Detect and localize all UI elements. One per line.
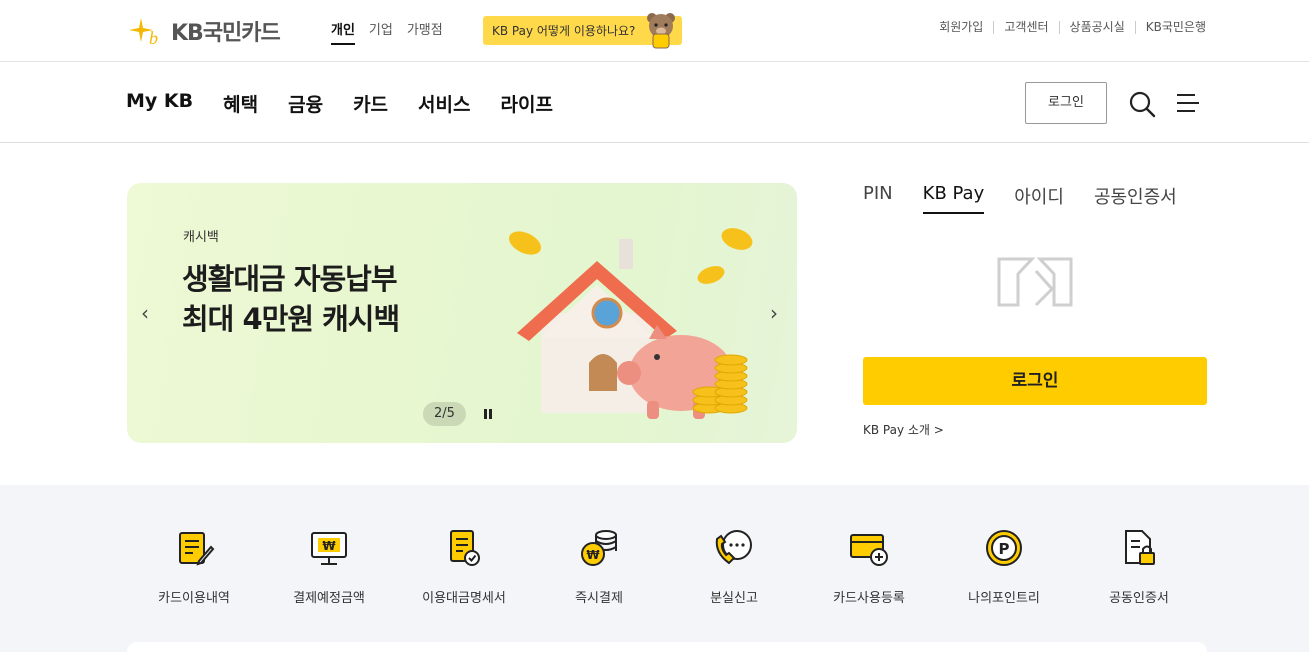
pay-banner-label: KB Pay 어떻게 이용하나요? <box>492 24 636 38</box>
brand-name: KB국민카드 <box>171 21 281 46</box>
quick-card-usage[interactable]: 카드이용내역 <box>134 527 254 606</box>
top-bar: b KB국민카드 개인 기업 가맹점 KB Pay 어떻게 이용하나요? 회원가… <box>0 0 1309 62</box>
search-icon[interactable] <box>1128 90 1156 118</box>
menu-my-kb[interactable]: My KB <box>126 90 193 117</box>
quick-my-pointree[interactable]: P 나의포인트리 <box>944 527 1064 606</box>
quick-payment-due[interactable]: ₩ 결제예정금액 <box>269 527 389 606</box>
point-coin-icon: P <box>986 530 1022 566</box>
svg-text:₩: ₩ <box>586 548 600 562</box>
svg-text:₩: ₩ <box>322 539 336 553</box>
tab-certificate[interactable]: 공동인증서 <box>1094 183 1177 214</box>
quick-card-register[interactable]: 카드사용등록 <box>809 527 929 606</box>
link-kb-bank[interactable]: KB국민은행 <box>1134 21 1206 34</box>
quick-certificate[interactable]: 공동인증서 <box>1079 527 1199 606</box>
card-plus-icon <box>850 534 888 566</box>
menu-benefits[interactable]: 혜택 <box>223 90 258 117</box>
hamburger-icon[interactable] <box>1175 92 1201 114</box>
tab-kb-pay[interactable]: KB Pay <box>922 183 985 214</box>
svg-text:b: b <box>149 28 158 48</box>
quick-lost-report[interactable]: 분실신고 <box>674 527 794 606</box>
kb-pay-login-button[interactable]: 로그인 <box>863 357 1207 405</box>
header-login-button[interactable]: 로그인 <box>1025 82 1107 124</box>
utility-links: 회원가입 고객센터 상품공시실 KB국민은행 <box>929 21 1206 34</box>
kb-logo[interactable]: b KB국민카드 <box>127 14 281 48</box>
tab-merchant[interactable]: 가맹점 <box>407 19 443 45</box>
quick-label: 나의포인트리 <box>968 591 1040 606</box>
quick-label: 카드이용내역 <box>158 591 230 606</box>
link-product-disclosure[interactable]: 상품공시실 <box>1058 21 1135 34</box>
login-method-tabs: PIN KB Pay 아이디 공동인증서 <box>863 183 1207 214</box>
quick-menu: 카드이용내역 ₩ 결제예정금액 이용대금명세서 ₩ 즉시결제 분실신고 카드사용… <box>0 485 1309 672</box>
kb-pay-intro-link[interactable]: KB Pay 소개 > <box>863 421 944 438</box>
house-piggybank-illustration <box>509 228 753 419</box>
hero-title-line-1: 생활대금 자동납부 <box>182 262 398 296</box>
quick-label: 결제예정금액 <box>293 591 365 606</box>
quick-label: 분실신고 <box>710 591 758 606</box>
segment-tabs: 개인 기업 가맹점 <box>331 19 443 45</box>
svg-text:P: P <box>999 540 1010 558</box>
quick-label: 공동인증서 <box>1109 591 1169 606</box>
link-customer-center[interactable]: 고객센터 <box>993 21 1058 34</box>
phone-call-icon <box>715 530 752 565</box>
bottom-content-card <box>127 642 1207 672</box>
pause-icon[interactable] <box>482 407 494 421</box>
global-nav: My KB 혜택 금융 카드 서비스 라이프 로그인 <box>0 62 1309 143</box>
statement-check-icon <box>450 530 480 566</box>
monitor-won-icon: ₩ <box>311 532 347 565</box>
hero-next-button[interactable]: › <box>770 301 778 325</box>
tab-business[interactable]: 기업 <box>369 19 393 45</box>
bear-mascot-icon <box>647 13 675 49</box>
hero-banner[interactable]: 캐시백 생활대금 자동납부 최대 4만원 캐시백 ‹ › 2/5 <box>127 183 797 443</box>
document-pen-icon <box>179 532 215 566</box>
tab-pin[interactable]: PIN <box>863 183 893 214</box>
hero-category: 캐시백 <box>183 230 219 245</box>
tab-personal[interactable]: 개인 <box>331 19 355 45</box>
coin-stack-icon: ₩ <box>581 530 617 566</box>
certificate-lock-icon <box>1125 530 1155 565</box>
quick-label: 카드사용등록 <box>833 591 905 606</box>
hero-prev-button[interactable]: ‹ <box>141 301 149 325</box>
quick-statement[interactable]: 이용대금명세서 <box>404 527 524 606</box>
menu-life[interactable]: 라이프 <box>500 90 552 117</box>
tab-id[interactable]: 아이디 <box>1014 183 1064 214</box>
quick-label: 이용대금명세서 <box>422 591 506 606</box>
kb-star-logo-icon: b <box>129 18 158 48</box>
kb-pay-qr-icon <box>997 257 1073 307</box>
hero-title-line-2: 최대 4만원 캐시백 <box>182 302 400 336</box>
hero-title: 생활대금 자동납부 최대 4만원 캐시백 <box>182 259 400 339</box>
menu-service[interactable]: 서비스 <box>418 90 470 117</box>
hero-slide-counter: 2/5 <box>423 402 466 426</box>
link-signup[interactable]: 회원가입 <box>929 21 993 34</box>
quick-instant-pay[interactable]: ₩ 즉시결제 <box>539 527 659 606</box>
menu-finance[interactable]: 금융 <box>288 90 323 117</box>
menu-card[interactable]: 카드 <box>353 90 388 117</box>
quick-label: 즉시결제 <box>575 591 623 606</box>
main-menu: My KB 혜택 금융 카드 서비스 라이프 <box>126 90 553 117</box>
kb-pay-guide-banner[interactable]: KB Pay 어떻게 이용하나요? <box>483 13 682 49</box>
